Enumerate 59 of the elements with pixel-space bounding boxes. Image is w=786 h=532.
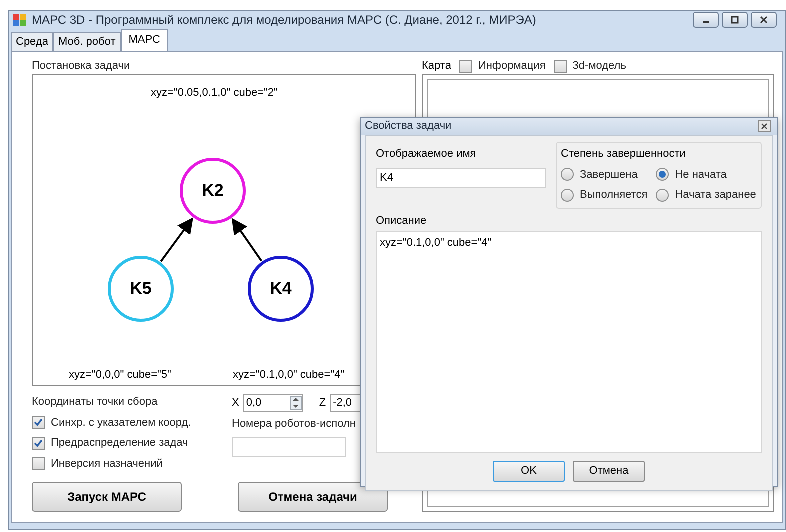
- robots-label: Номера роботов-исполн: [232, 417, 357, 432]
- checkmark-icon: [34, 438, 43, 448]
- task-node[interactable]: K5: [108, 256, 174, 322]
- radio-label: Начата заранее: [675, 188, 756, 203]
- checkbox[interactable]: [32, 416, 45, 430]
- section-label: Координаты точки сбора: [32, 395, 159, 410]
- checkbox[interactable]: [32, 436, 45, 450]
- checkbox-label: Инверсия назначений: [51, 456, 163, 472]
- radio-label: Не начата: [675, 168, 727, 182]
- panel-label: Постановка задачи: [32, 59, 132, 74]
- checkbox[interactable]: [32, 457, 45, 470]
- tab[interactable]: Моб. робот: [53, 32, 121, 51]
- spinner-arrows-icon: [290, 396, 302, 410]
- maximize-icon: [730, 16, 740, 24]
- checkbox-label: 3d-модель: [572, 58, 626, 74]
- checkbox[interactable]: [554, 60, 567, 72]
- field-label: Отображаемое имя: [376, 146, 478, 162]
- radio-label: Завершена: [580, 168, 638, 182]
- x-spin-field[interactable]: 0,0: [243, 394, 304, 412]
- radio-button[interactable]: [561, 188, 574, 202]
- tab[interactable]: Среда: [11, 32, 54, 51]
- checkbox[interactable]: [459, 60, 472, 72]
- close-button[interactable]: [751, 12, 777, 28]
- checkbox-label: Предраспределение задач: [51, 436, 188, 451]
- action-button[interactable]: Отмена задачи: [238, 482, 388, 512]
- arrow: [160, 218, 194, 262]
- node-caption: xyz="0,0,0" cube="5": [69, 368, 172, 383]
- window-title: МАРС 3D - Программный комплекс для моделирования МАРС (С. Диане, 2012 г., МИРЭА): [32, 12, 536, 29]
- group-label: Степень завершенности: [561, 148, 688, 160]
- app-icon: [13, 14, 27, 26]
- name-input-field[interactable]: K4: [376, 168, 546, 188]
- node-caption: xyz="0.1,0,0" cube="4": [233, 368, 345, 383]
- task-node[interactable]: K4: [248, 256, 314, 322]
- description-text-area[interactable]: xyz="0.1,0,0" cube="4": [376, 231, 762, 453]
- tab[interactable]: МАРС: [120, 29, 168, 51]
- field-label: Описание: [376, 214, 428, 228]
- radio-label: Выполняется: [580, 188, 648, 203]
- close-icon: [761, 122, 768, 130]
- action-button[interactable]: Запуск МАРС: [32, 482, 182, 512]
- node-caption: xyz="0.05,0.1,0" cube="2": [151, 86, 278, 101]
- x-label: X: [232, 396, 240, 411]
- dialog-button[interactable]: OK: [493, 461, 565, 482]
- dialog-button[interactable]: Отмена: [573, 461, 645, 482]
- checkmark-icon: [34, 418, 43, 428]
- checkbox-label: Синхр. с указателем коорд.: [51, 416, 192, 430]
- z-label: Z: [319, 396, 326, 411]
- checkbox-label: Информация: [478, 58, 546, 74]
- radio-button[interactable]: [656, 188, 670, 202]
- arrow: [232, 218, 262, 262]
- task-node[interactable]: K2: [180, 158, 246, 224]
- minimize-button[interactable]: [693, 12, 719, 28]
- maximize-button[interactable]: [722, 12, 748, 28]
- dialog-title: Свойства задачи: [365, 119, 452, 134]
- radio-button[interactable]: [561, 168, 574, 182]
- robots-field[interactable]: [232, 436, 346, 456]
- panel-label: Карта: [422, 58, 452, 74]
- close-button[interactable]: [758, 120, 771, 132]
- close-icon: [759, 16, 769, 24]
- radio-button[interactable]: [656, 168, 670, 182]
